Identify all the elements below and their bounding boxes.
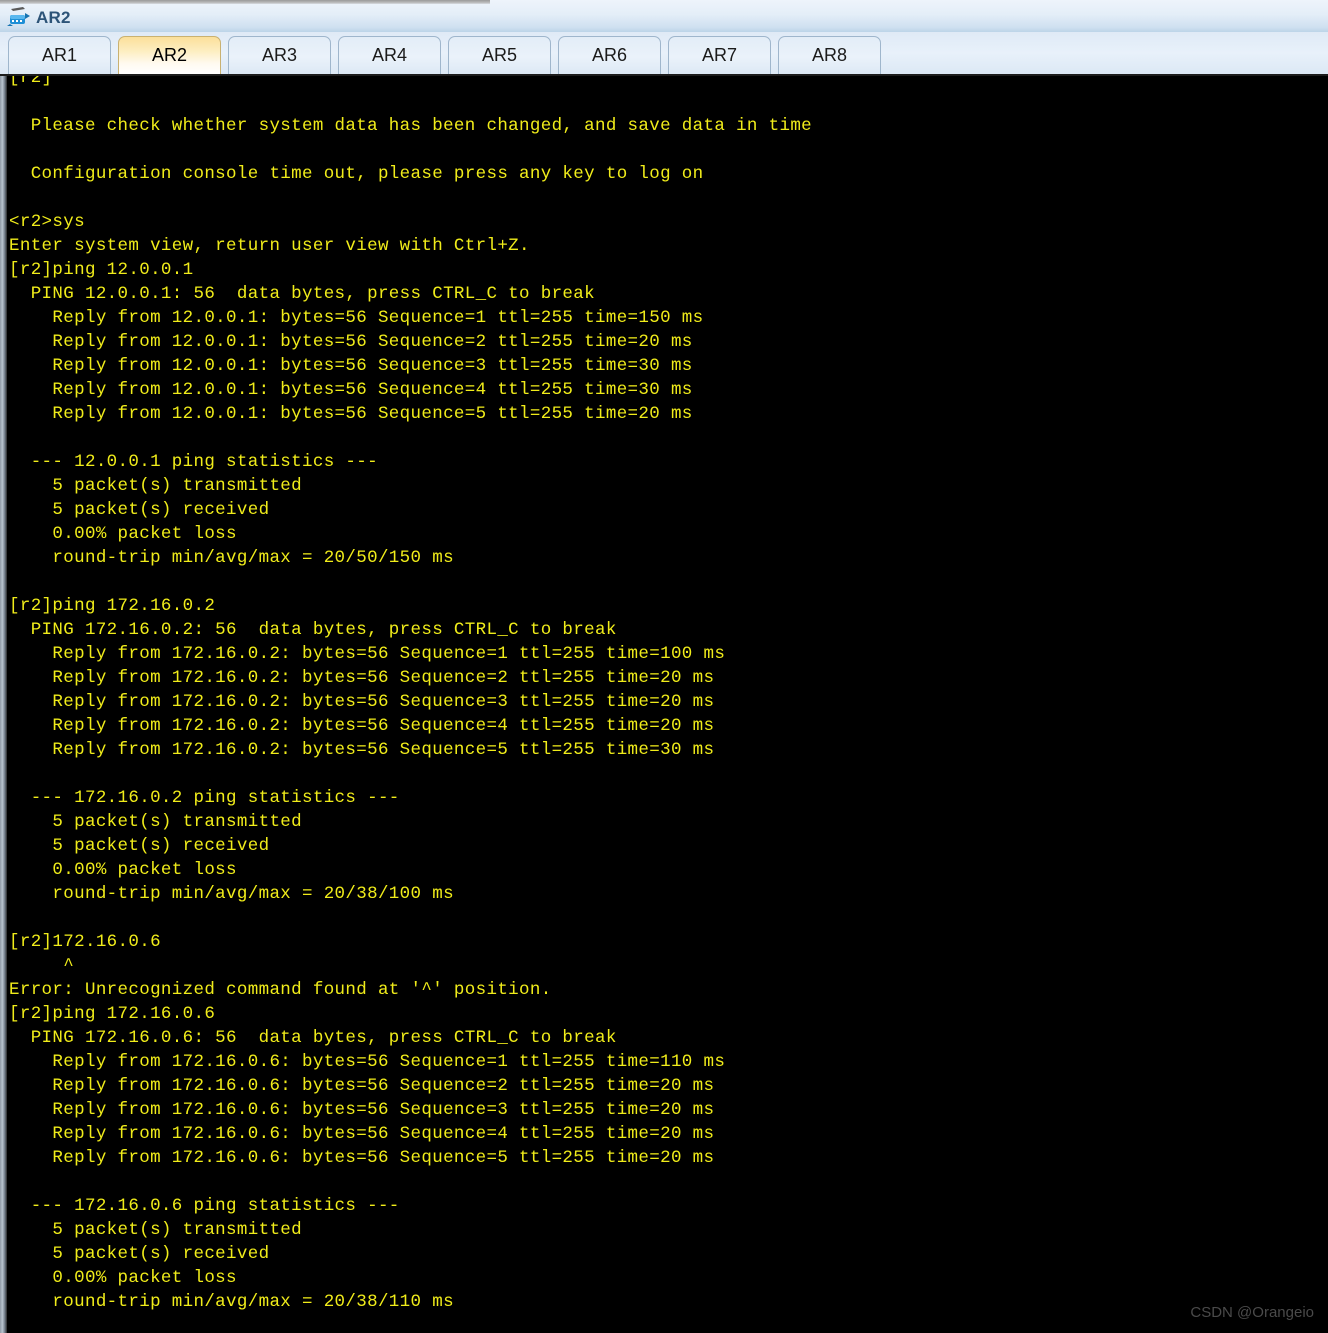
device-tabstrip: AR1 AR2 AR3 AR4 AR5 AR6 AR7 AR8 — [0, 32, 1328, 76]
terminal-clipped-line-text: [r2] — [9, 76, 53, 88]
app-window: AR2 AR1 AR2 AR3 AR4 AR5 AR6 AR7 AR8 [r2]… — [0, 0, 1328, 1333]
router-icon — [6, 5, 32, 29]
tab-ar6[interactable]: AR6 — [558, 36, 661, 74]
terminal-clipped-line: [r2] — [7, 76, 1328, 90]
console-terminal[interactable]: [r2] Please check whether system data ha… — [0, 76, 1328, 1333]
terminal-scroll-viewport[interactable]: [r2] Please check whether system data ha… — [7, 76, 1328, 1333]
tab-ar2[interactable]: AR2 — [118, 36, 221, 74]
tab-ar8[interactable]: AR8 — [778, 36, 881, 74]
tab-ar1[interactable]: AR1 — [8, 36, 111, 74]
watermark-label: CSDN @Orangeio — [1190, 1304, 1314, 1321]
terminal-left-bevel — [0, 76, 7, 1333]
tab-ar3[interactable]: AR3 — [228, 36, 331, 74]
tab-ar7[interactable]: AR7 — [668, 36, 771, 74]
tab-ar4[interactable]: AR4 — [338, 36, 441, 74]
titlebar-top-strip — [0, 0, 490, 4]
tab-ar5[interactable]: AR5 — [448, 36, 551, 74]
window-title: AR2 — [36, 8, 71, 27]
terminal-output: Please check whether system data has bee… — [9, 116, 813, 1312]
window-titlebar: AR2 — [0, 0, 1328, 32]
